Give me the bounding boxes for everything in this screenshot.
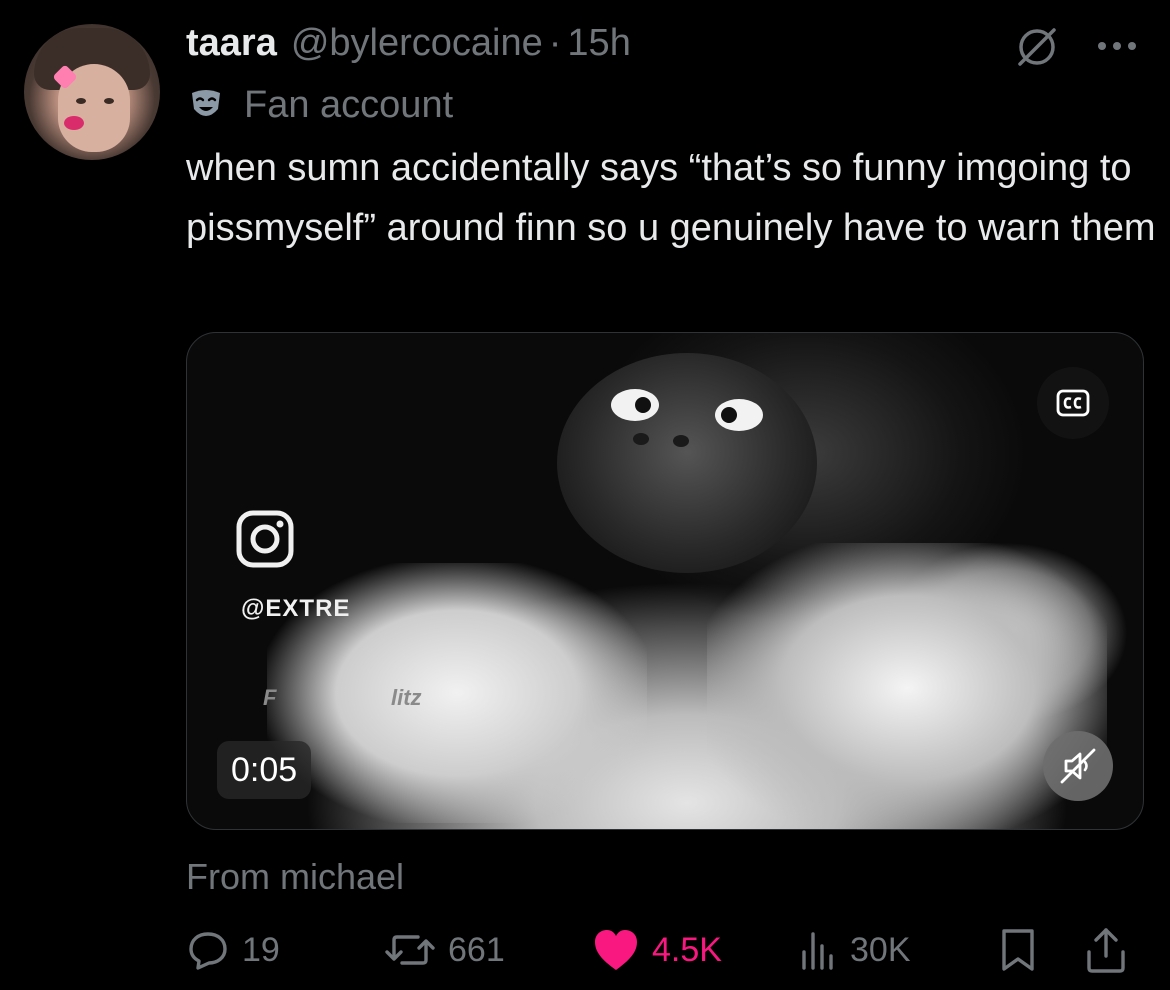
video-watermark-text: F — [263, 685, 277, 710]
video-watermark-handle: @EXTRE — [241, 595, 351, 622]
repost-count: 661 — [448, 930, 505, 969]
repost-icon — [385, 935, 435, 965]
account-label-text: Fan account — [244, 83, 454, 126]
views-bar-chart-icon — [802, 932, 833, 970]
share-button[interactable] — [1084, 920, 1140, 980]
reply-button[interactable]: 19 — [186, 920, 280, 980]
avatar-eye-left — [76, 98, 86, 104]
video-frame-shape — [673, 435, 689, 447]
video-frame-shape — [557, 353, 817, 573]
video-frame-shape — [611, 389, 659, 421]
account-label[interactable]: Fan account — [186, 82, 453, 128]
tweet-header: taara @bylercocaine · 15h — [186, 22, 631, 68]
reply-icon — [189, 932, 227, 970]
mute-toggle-button[interactable] — [1043, 731, 1113, 801]
kiss-mark-decoration — [64, 116, 84, 130]
muted-speaker-icon — [1060, 748, 1096, 784]
tweet-timestamp[interactable]: 15h — [567, 22, 630, 65]
like-button[interactable]: 4.5K — [592, 920, 722, 980]
tweet-text: when sumn accidentally says “that’s so f… — [186, 147, 1156, 249]
video-frame-shape — [633, 433, 649, 445]
share-icon — [1087, 928, 1125, 973]
tweet-action-bar: 19 661 4.5K 30K — [186, 920, 1146, 980]
video-duration-badge: 0:05 — [217, 741, 312, 799]
bookmark-button[interactable] — [998, 920, 1050, 980]
bookmark-icon — [1002, 929, 1034, 971]
theater-mask-icon — [192, 90, 220, 116]
author-handle[interactable]: @bylercocaine — [291, 22, 543, 65]
more-options-icon[interactable] — [1094, 26, 1140, 66]
heart-filled-icon — [595, 930, 637, 970]
closed-captions-button[interactable] — [1037, 367, 1109, 439]
video-watermark-text: litz — [391, 685, 422, 710]
video-attribution[interactable]: From michael — [186, 856, 404, 898]
video-player[interactable]: @EXTRE F litz 0:05 — [186, 332, 1144, 830]
reply-count: 19 — [242, 930, 280, 969]
separator-dot: · — [548, 22, 562, 64]
avatar-eye-right — [104, 98, 114, 104]
repost-button[interactable]: 661 — [384, 920, 505, 980]
no-entry-icon[interactable] — [1014, 24, 1060, 70]
video-frame-shape — [707, 543, 1107, 829]
instagram-icon — [236, 510, 294, 568]
author-avatar[interactable] — [24, 24, 160, 160]
views-count: 30K — [850, 930, 911, 969]
closed-captions-icon — [1056, 389, 1090, 417]
like-count: 4.5K — [652, 930, 722, 969]
video-frame-shape — [715, 399, 763, 431]
views-button[interactable]: 30K — [798, 920, 911, 980]
author-display-name[interactable]: taara — [186, 22, 277, 65]
